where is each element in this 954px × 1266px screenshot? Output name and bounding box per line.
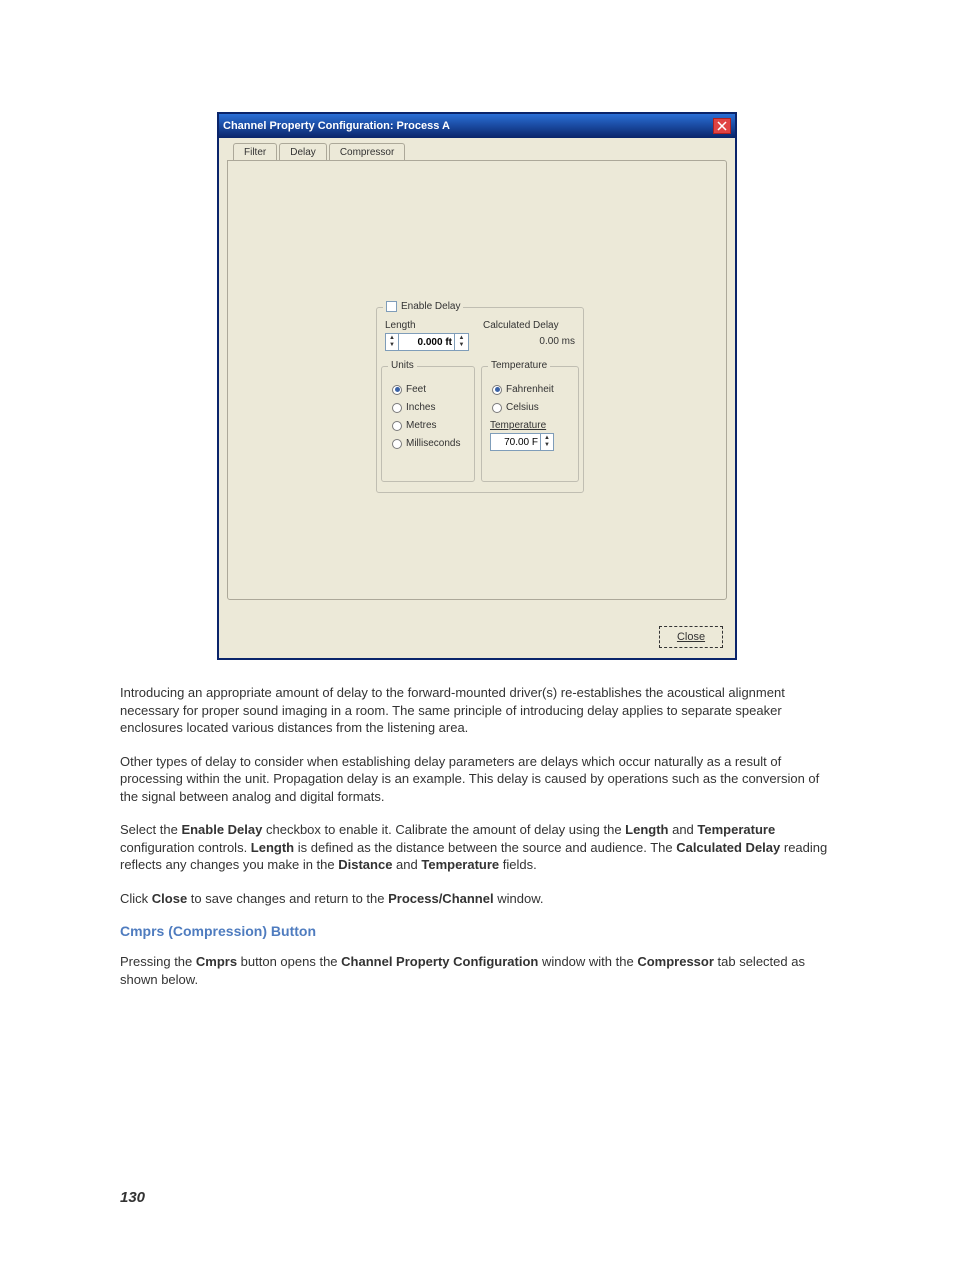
close-icon[interactable] xyxy=(713,118,731,134)
radio-icon xyxy=(392,439,402,449)
paragraph: Pressing the Cmprs button opens the Chan… xyxy=(120,953,834,988)
temperature-spin-icon[interactable]: ▲▼ xyxy=(540,433,554,451)
radio-label-ms: Milliseconds xyxy=(406,438,460,449)
tab-filter[interactable]: Filter xyxy=(233,143,277,161)
radio-label-feet: Feet xyxy=(406,384,426,395)
enable-delay-label: Enable Delay xyxy=(401,301,460,312)
radio-icon xyxy=(392,421,402,431)
titlebar: Channel Property Configuration: Process … xyxy=(219,114,735,138)
radio-label-inches: Inches xyxy=(406,402,435,413)
calc-delay-label: Calculated Delay xyxy=(483,320,575,331)
tab-compressor[interactable]: Compressor xyxy=(329,143,405,161)
temperature-legend: Temperature xyxy=(488,360,550,371)
radio-celsius[interactable]: Celsius xyxy=(492,402,570,413)
radio-label-fahrenheit: Fahrenheit xyxy=(506,384,554,395)
length-spin-big-icon[interactable]: ▲▼ xyxy=(385,333,399,351)
close-button[interactable]: Close xyxy=(659,626,723,648)
paragraph: Click Close to save changes and return t… xyxy=(120,890,834,908)
section-heading: Cmprs (Compression) Button xyxy=(120,923,834,939)
radio-icon xyxy=(392,403,402,413)
tab-delay[interactable]: Delay xyxy=(279,143,327,161)
body-text: Introducing an appropriate amount of del… xyxy=(120,684,834,989)
radio-icon xyxy=(492,385,502,395)
units-legend: Units xyxy=(388,360,417,371)
length-spin-small-icon[interactable]: ▲▼ xyxy=(455,333,469,351)
paragraph: Other types of delay to consider when es… xyxy=(120,753,834,806)
radio-icon xyxy=(392,385,402,395)
dialog-window: Channel Property Configuration: Process … xyxy=(217,112,737,660)
length-input[interactable] xyxy=(399,333,455,351)
dialog-title: Channel Property Configuration: Process … xyxy=(223,120,450,132)
length-spinner[interactable]: ▲▼ ▲▼ xyxy=(385,333,477,351)
radio-fahrenheit[interactable]: Fahrenheit xyxy=(492,384,570,395)
enable-delay-legend: Enable Delay xyxy=(383,301,463,312)
page-number: 130 xyxy=(120,1189,834,1206)
radio-feet[interactable]: Feet xyxy=(392,384,466,395)
tab-panel: Enable Delay Length ▲▼ ▲▼ xyxy=(227,160,727,600)
temperature-spinner[interactable]: ▲▼ xyxy=(490,433,570,451)
radio-milliseconds[interactable]: Milliseconds xyxy=(392,438,466,449)
radio-icon xyxy=(492,403,502,413)
radio-metres[interactable]: Metres xyxy=(392,420,466,431)
tab-strip: Filter Delay Compressor xyxy=(233,142,727,160)
radio-label-metres: Metres xyxy=(406,420,437,431)
temperature-field-label: Temperature xyxy=(490,420,570,431)
enable-delay-checkbox[interactable] xyxy=(386,301,397,312)
calc-delay-value: 0.00 ms xyxy=(483,333,575,347)
length-label: Length xyxy=(385,320,477,331)
temperature-input[interactable] xyxy=(490,433,540,451)
enable-delay-group: Enable Delay Length ▲▼ ▲▼ xyxy=(376,307,584,493)
radio-label-celsius: Celsius xyxy=(506,402,539,413)
temperature-group: Temperature Fahrenheit Celsius Temperatu… xyxy=(481,366,579,482)
paragraph: Select the Enable Delay checkbox to enab… xyxy=(120,821,834,874)
dialog-client-area: Filter Delay Compressor Enable Delay Len… xyxy=(219,138,735,658)
radio-inches[interactable]: Inches xyxy=(392,402,466,413)
units-group: Units Feet Inches Metres Milliseconds xyxy=(381,366,475,482)
delay-settings: Enable Delay Length ▲▼ ▲▼ xyxy=(376,307,584,493)
paragraph: Introducing an appropriate amount of del… xyxy=(120,684,834,737)
